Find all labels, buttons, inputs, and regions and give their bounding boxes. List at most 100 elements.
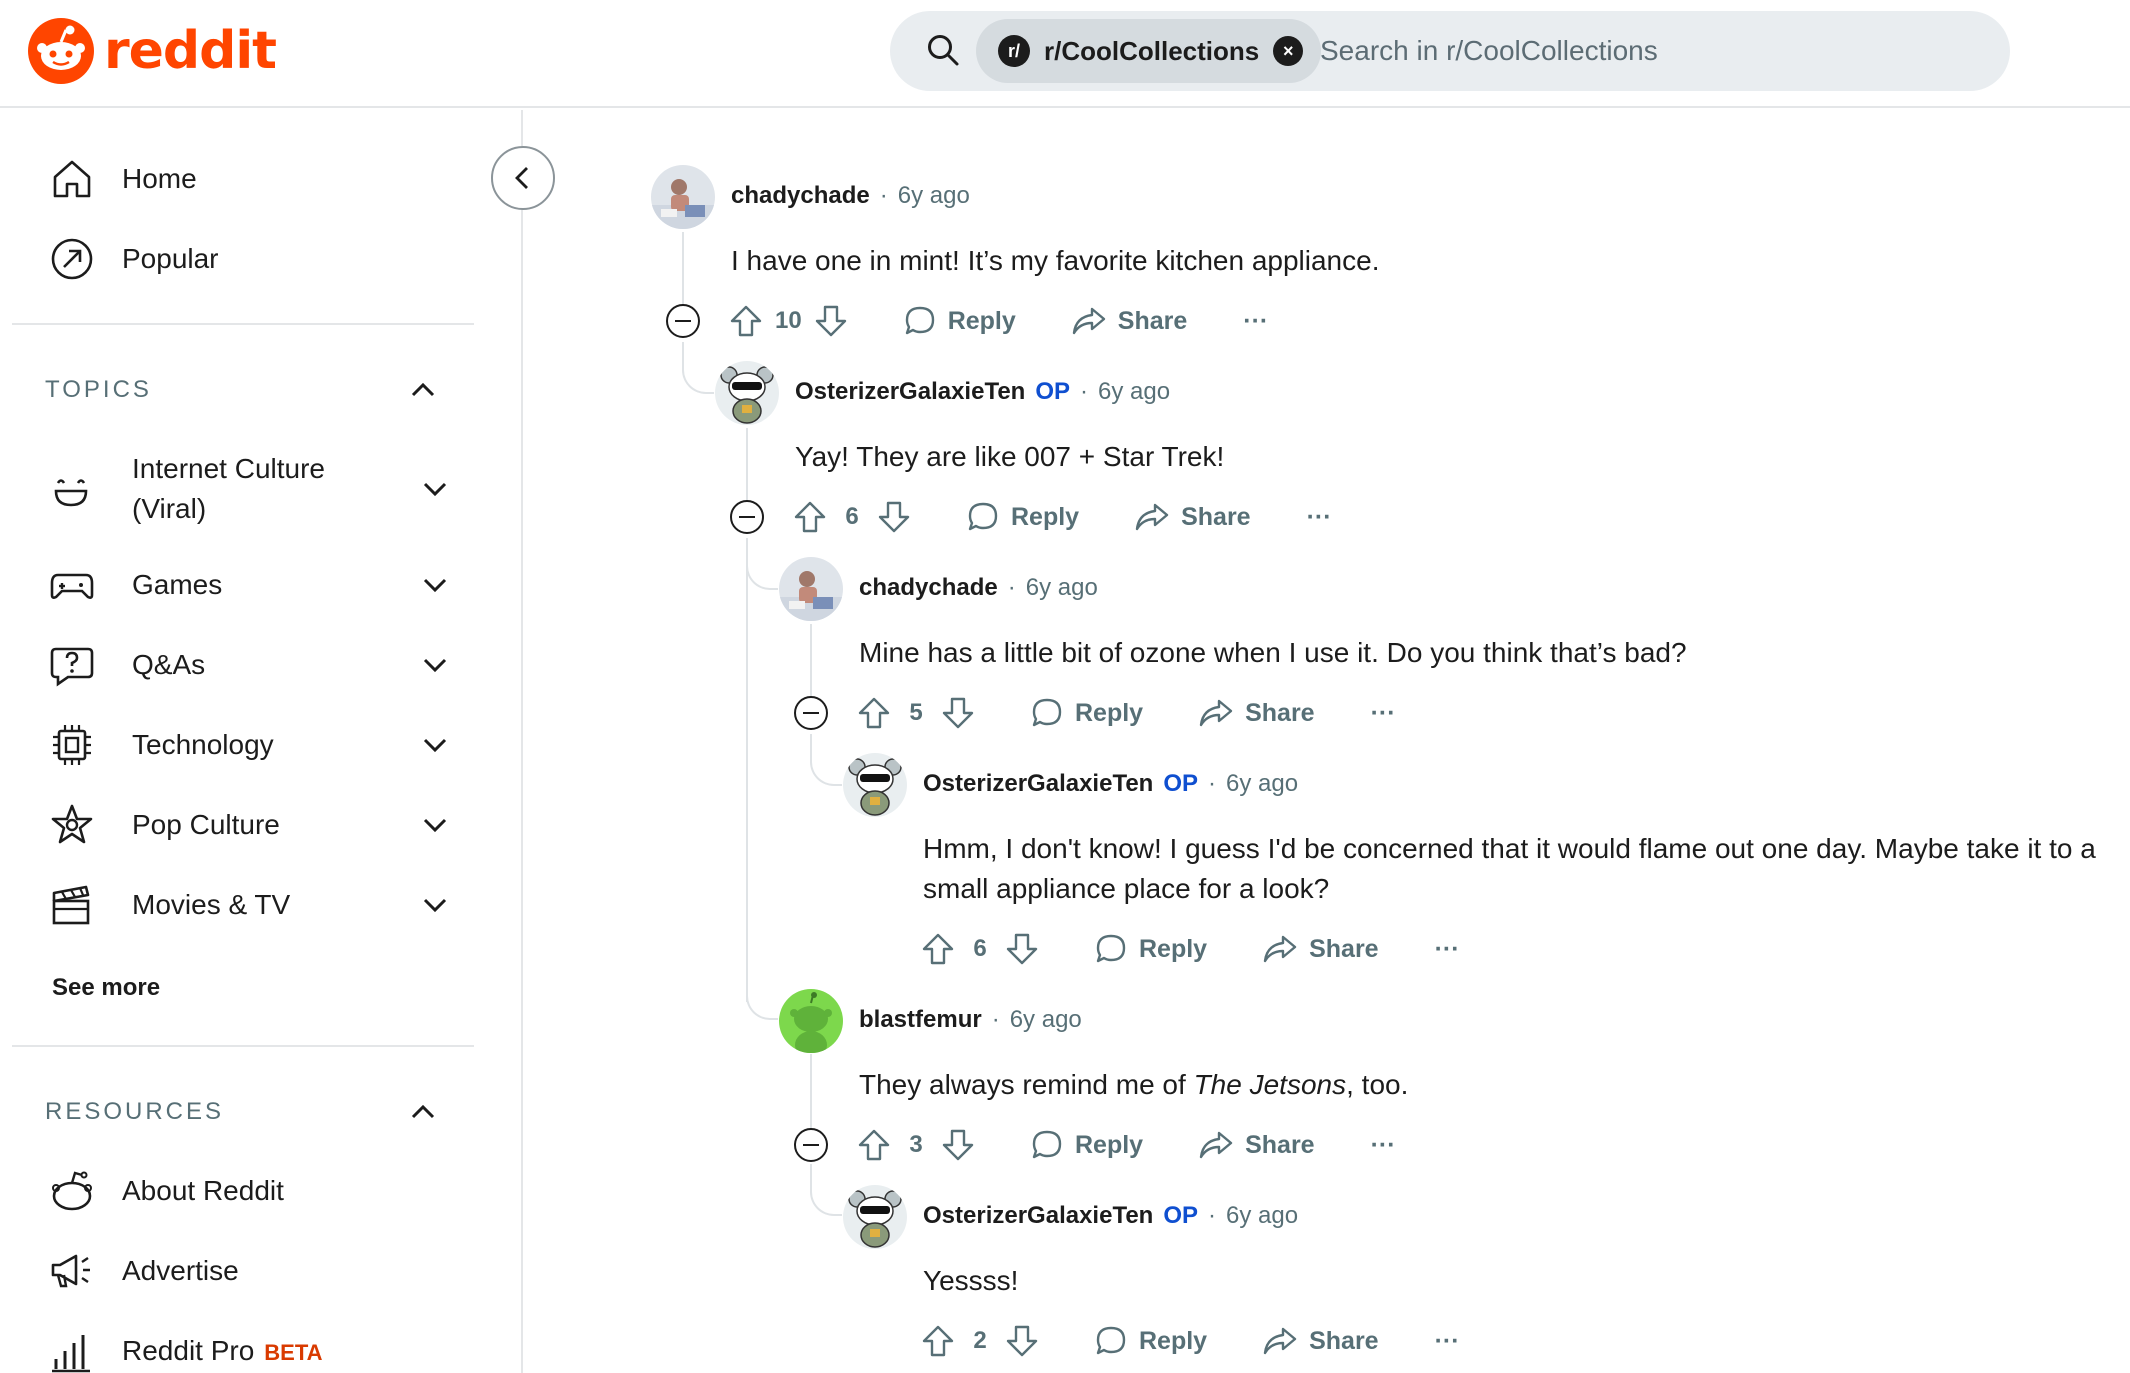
avatar[interactable]	[843, 1185, 907, 1249]
more-options-button[interactable]: ···	[1243, 307, 1268, 336]
comment-text: , too.	[1346, 1069, 1409, 1100]
topic-technology[interactable]: Technology	[50, 723, 450, 767]
downvote-icon[interactable]	[941, 696, 975, 730]
reply-label: Reply	[1075, 1130, 1144, 1159]
green-snoo-avatar-icon	[779, 989, 843, 1053]
chevron-down-icon[interactable]	[420, 655, 450, 675]
collapse-sidebar-button[interactable]	[491, 146, 555, 210]
avatar[interactable]	[779, 557, 843, 621]
sidebar-item-home[interactable]: Home	[50, 157, 197, 201]
reddit-logo[interactable]: reddit	[28, 18, 277, 84]
collapse-thread-button[interactable]	[666, 304, 700, 338]
share-button[interactable]: Share	[1263, 1326, 1379, 1356]
comment-author[interactable]: chadychade	[731, 182, 870, 210]
reply-label: Reply	[947, 306, 1016, 335]
chevron-up-icon[interactable]	[408, 1102, 438, 1122]
reply-label: Reply	[1011, 502, 1080, 531]
sidebar-item-reddit-pro[interactable]: Reddit Pro BETA	[50, 1329, 323, 1373]
share-button[interactable]: Share	[1135, 502, 1251, 532]
topic-movies-tv[interactable]: Movies & TV	[50, 883, 450, 927]
share-button[interactable]: Share	[1199, 698, 1315, 728]
resources-header[interactable]: RESOURCES	[45, 1098, 224, 1126]
chevron-down-icon[interactable]	[420, 735, 450, 755]
share-icon	[1199, 699, 1233, 727]
reply-button[interactable]: Reply	[904, 305, 1016, 337]
topic-qas[interactable]: Q&As	[50, 643, 450, 687]
meta-separator: ·	[879, 182, 888, 209]
comment-author[interactable]: OsterizerGalaxieTen	[923, 770, 1153, 798]
sidebar-item-advertise[interactable]: Advertise	[50, 1249, 239, 1293]
sidebar-item-popular[interactable]: Popular	[50, 237, 219, 281]
comment-body: Mine has a little bit of ozone when I us…	[859, 637, 1687, 668]
upvote-icon[interactable]	[921, 1324, 955, 1358]
upvote-icon[interactable]	[729, 304, 763, 338]
downvote-icon[interactable]	[941, 1128, 975, 1162]
avatar[interactable]	[651, 165, 715, 229]
upvote-icon[interactable]	[857, 1128, 891, 1162]
more-options-button[interactable]: ···	[1371, 699, 1396, 728]
more-options-button[interactable]: ···	[1371, 1131, 1396, 1160]
topic-pop-culture[interactable]: Pop Culture	[50, 803, 450, 847]
sidebar-item-about-reddit[interactable]: About Reddit	[50, 1169, 284, 1213]
comment-actions: 2 Reply Share ···	[921, 1319, 1460, 1363]
collapse-thread-button[interactable]	[730, 500, 764, 534]
comment-text: They always remind me of	[859, 1069, 1194, 1100]
comment-time[interactable]: 6y ago	[1226, 770, 1298, 798]
comment-actions: 10 Reply Share ···	[729, 299, 1268, 343]
reply-button[interactable]: Reply	[967, 501, 1079, 533]
avatar[interactable]	[843, 753, 907, 817]
share-button[interactable]: Share	[1263, 934, 1379, 964]
downvote-icon[interactable]	[1005, 932, 1039, 966]
reply-button[interactable]: Reply	[1095, 1325, 1207, 1357]
comment-time[interactable]: 6y ago	[1098, 378, 1170, 406]
comment-time[interactable]: 6y ago	[1026, 574, 1098, 602]
chevron-down-icon[interactable]	[420, 575, 450, 595]
reply-button[interactable]: Reply	[1095, 933, 1207, 965]
downvote-icon[interactable]	[814, 304, 848, 338]
more-options-button[interactable]: ···	[1435, 1327, 1460, 1356]
chevron-down-icon[interactable]	[420, 895, 450, 915]
downvote-icon[interactable]	[877, 500, 911, 534]
chevron-up-icon[interactable]	[408, 380, 438, 400]
comment-time[interactable]: 6y ago	[1226, 1202, 1298, 1230]
comment-time[interactable]: 6y ago	[898, 182, 970, 210]
reply-button[interactable]: Reply	[1031, 697, 1143, 729]
comment-actions: 3 Reply Share ···	[857, 1123, 1396, 1167]
vote-count: 2	[973, 1327, 987, 1354]
downvote-icon[interactable]	[1005, 1324, 1039, 1358]
share-icon	[1263, 935, 1297, 963]
more-options-button[interactable]: ···	[1307, 503, 1332, 532]
share-button[interactable]: Share	[1199, 1130, 1315, 1160]
upvote-icon[interactable]	[857, 696, 891, 730]
see-more-link[interactable]: See more	[52, 974, 160, 1002]
comment-time[interactable]: 6y ago	[1010, 1006, 1082, 1034]
topic-games[interactable]: Games	[50, 563, 450, 607]
avatar[interactable]	[779, 989, 843, 1053]
smile-icon	[54, 479, 88, 507]
comment-author[interactable]: chadychade	[859, 574, 998, 602]
upvote-icon[interactable]	[793, 500, 827, 534]
collapse-thread-button[interactable]	[794, 1128, 828, 1162]
upvote-icon[interactable]	[921, 932, 955, 966]
comment-author[interactable]: blastfemur	[859, 1006, 982, 1034]
reply-button[interactable]: Reply	[1031, 1129, 1143, 1161]
thread-branch	[746, 552, 778, 590]
search-bar[interactable]: r/ r/CoolCollections ×	[890, 11, 2010, 91]
chevron-down-icon[interactable]	[420, 815, 450, 835]
collapse-thread-button[interactable]	[794, 696, 828, 730]
beta-badge: BETA	[264, 1340, 323, 1365]
search-input[interactable]	[1320, 19, 1970, 83]
comment-body: Yessss!	[923, 1265, 1019, 1296]
clear-scope-icon[interactable]: ×	[1273, 36, 1304, 66]
comment-author[interactable]: OsterizerGalaxieTen	[795, 378, 1025, 406]
comment-meta: chadychade · 6y ago	[859, 574, 1098, 602]
share-button[interactable]: Share	[1072, 306, 1187, 336]
chevron-down-icon[interactable]	[420, 479, 450, 499]
topic-internet-culture[interactable]: Internet Culture (Viral)	[50, 449, 450, 529]
avatar[interactable]	[715, 361, 779, 425]
comment-author[interactable]: OsterizerGalaxieTen	[923, 1202, 1153, 1230]
top-bar: reddit r/ r/CoolCollections ×	[0, 0, 2130, 108]
share-icon	[1199, 1131, 1233, 1159]
more-options-button[interactable]: ···	[1435, 935, 1460, 964]
topics-header[interactable]: TOPICS	[45, 376, 152, 404]
